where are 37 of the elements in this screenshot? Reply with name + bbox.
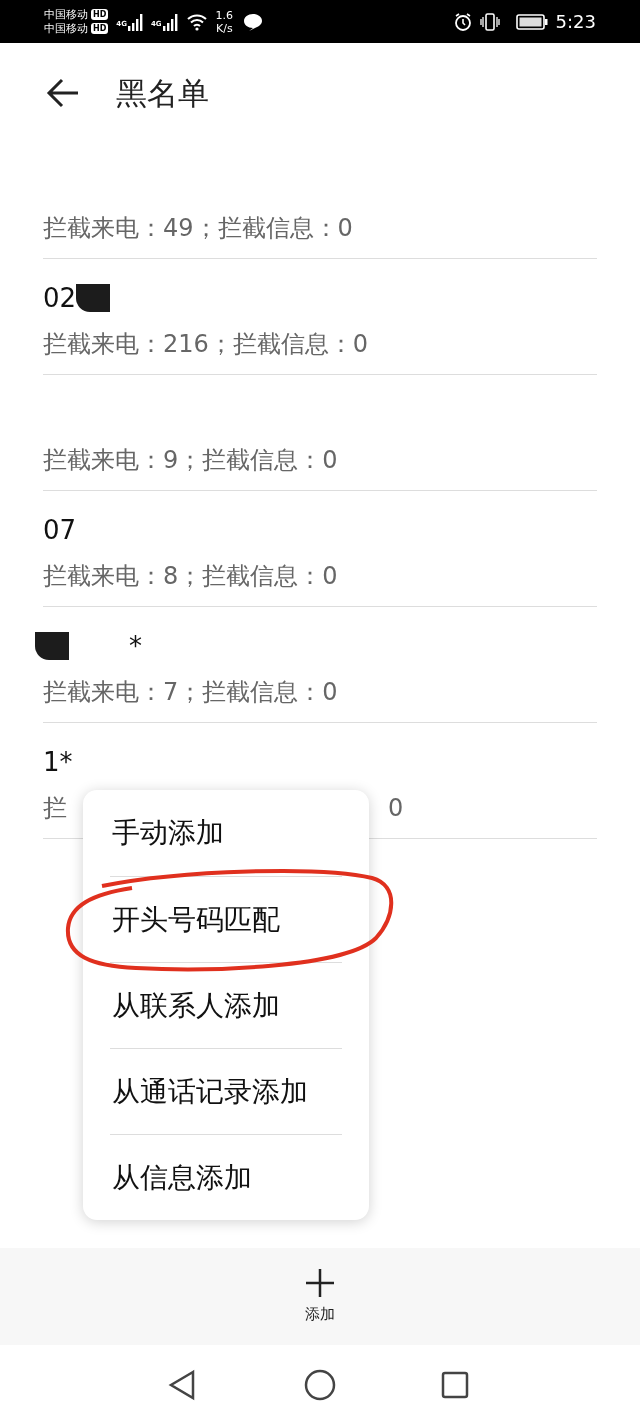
home-nav-icon[interactable]: [304, 1369, 336, 1401]
add-button[interactable]: 添加: [304, 1267, 336, 1326]
signal-icon: [161, 12, 178, 31]
page-title: 黑名单: [116, 73, 209, 113]
menu-item[interactable]: 从通话记录添加: [110, 1048, 342, 1134]
alarm-icon: [453, 12, 472, 31]
menu-item[interactable]: 开头号码匹配: [110, 876, 342, 962]
recents-nav-icon[interactable]: [441, 1371, 469, 1399]
menu-item[interactable]: 手动添加: [110, 790, 342, 876]
carrier-name: 中国移动: [44, 7, 88, 22]
menu-item[interactable]: 从联系人添加: [110, 962, 342, 1048]
block-count-text: 0: [388, 793, 404, 824]
phone-number: 07: [43, 513, 77, 547]
block-count-text: 拦截来电：8；拦截信息：0: [43, 561, 338, 592]
menu-item[interactable]: 从信息添加: [110, 1134, 342, 1220]
block-count-text: 拦截来电：49；拦截信息：0: [43, 213, 353, 244]
block-count-text: 拦: [43, 793, 67, 824]
back-nav-icon[interactable]: [168, 1369, 196, 1401]
block-count-text: 拦截来电：7；拦截信息：0: [43, 677, 338, 708]
carrier-name: 中国移动: [44, 21, 88, 36]
phone-number: 02: [43, 281, 77, 315]
hd-badge: HD: [91, 23, 109, 34]
clock-time: 5:23: [555, 10, 596, 34]
hd-badge: HD: [91, 9, 109, 20]
phone-number: *: [129, 629, 142, 663]
phone-number: 1*: [43, 745, 73, 779]
signal-icon: [126, 12, 143, 31]
back-arrow-icon[interactable]: [46, 78, 80, 108]
plus-icon: [304, 1267, 336, 1300]
chat-bubble-icon: [243, 12, 264, 31]
wifi-icon: [185, 12, 208, 31]
network-speed: 1.6: [215, 8, 234, 22]
battery-icon: [515, 13, 548, 30]
speed-unit: K/s: [216, 21, 233, 35]
block-count-text: 拦截来电：9；拦截信息：0: [43, 445, 338, 476]
block-count-text: 拦截来电：216；拦截信息：0: [43, 329, 369, 360]
vibrate-icon: [479, 12, 500, 31]
